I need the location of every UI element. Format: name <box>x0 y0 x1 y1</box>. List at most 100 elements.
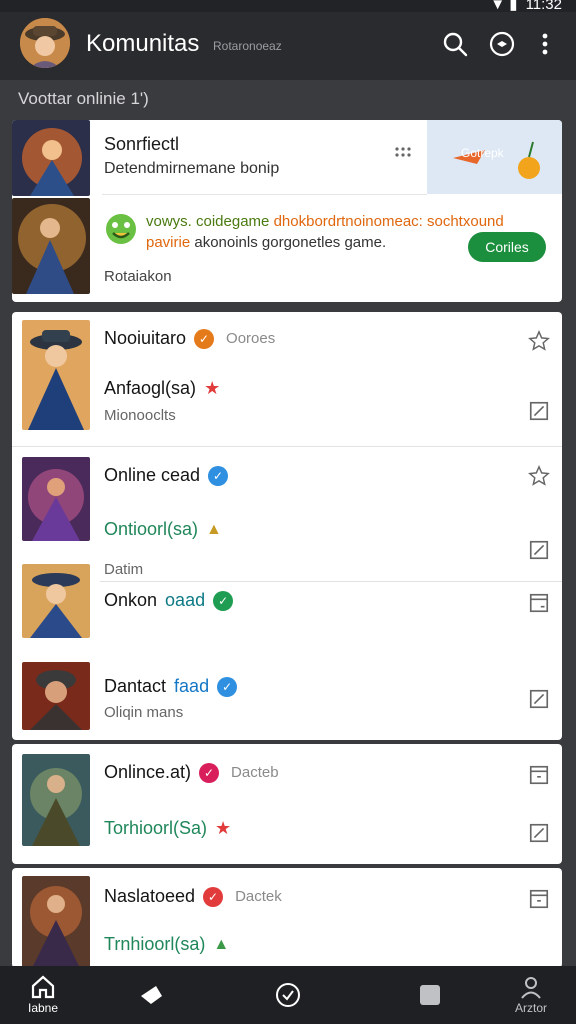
row-subtitle: Trnhioorl(sa) ▲ <box>104 934 229 955</box>
featured-divider <box>102 194 427 195</box>
post-thumbnail <box>22 457 90 541</box>
featured-footer: Rotaiakon <box>104 268 172 285</box>
row-sub-text: Ontioorl(sa) <box>104 519 199 539</box>
nav-account[interactable]: Arztor <box>502 966 560 1024</box>
emoji-icon <box>106 214 136 244</box>
promo-button[interactable]: Coriles <box>468 232 546 262</box>
section-header: Voottar onlinie 1') <box>18 89 149 108</box>
featured-card[interactable]: Sonrfiectl Detendmirnemane bonip Gotrepk… <box>12 120 562 302</box>
list-item[interactable]: Onkon oaad ✓ <box>12 564 562 644</box>
featured-thumbnail-bottom <box>12 198 90 294</box>
bottom-nav: Iabne Arztor <box>0 966 576 1024</box>
row-sub-text: Anfaogl(sa) <box>104 378 197 398</box>
featured-thumbnail-top <box>12 120 90 196</box>
verified-badge-icon: ✓ <box>213 590 234 611</box>
post-thumbnail <box>22 564 90 638</box>
row-title: Naslatoeed ✓ Dactek <box>104 886 282 907</box>
star-outline-icon[interactable] <box>528 465 550 487</box>
promo-text-line1: vowys. coidegame dhokbordrtnoinomeac: so… <box>146 213 504 230</box>
list-item[interactable]: Nooiuitaro ✓ Ooroes Anfaogl(sa) ★ Mionoo… <box>12 312 562 446</box>
row-meta: Mionooclts <box>104 407 176 424</box>
banner-label: Gotrepk <box>461 146 505 160</box>
featured-banner[interactable]: Gotrepk <box>427 120 562 194</box>
search-icon[interactable] <box>441 30 469 58</box>
row-sub-text: Trnhioorl(sa) <box>104 934 206 954</box>
verified-badge-icon: ✓ <box>194 328 215 349</box>
note-icon[interactable] <box>528 764 550 786</box>
post-thumbnail <box>22 876 90 968</box>
row-title: Nooiuitaro ✓ Ooroes <box>104 328 275 349</box>
featured-title: Sonrfiectl <box>104 134 180 154</box>
row-subtitle: Ontioorl(sa) ▲ <box>104 519 222 540</box>
row-name-text: Onkon <box>104 590 158 610</box>
row-name-text: Nooiuitaro <box>104 328 187 348</box>
row-tag: Dacteb <box>231 764 279 781</box>
promo-text-accent: pavirie <box>146 234 191 251</box>
profile-avatar[interactable] <box>20 18 70 68</box>
chat-icon[interactable] <box>488 30 516 58</box>
verified-badge-icon: ✓ <box>208 465 229 486</box>
edit-icon[interactable] <box>528 688 550 710</box>
row-name-highlight: oaad <box>165 590 206 610</box>
app-subtitle: Rotaronoeaz <box>213 39 282 53</box>
post-thumbnail <box>22 320 90 430</box>
nav-account-label: Arztor <box>514 1001 547 1015</box>
list-item[interactable]: Online cead ✓ Ontioorl(sa) ▲ Datim <box>12 447 562 581</box>
promo-text-part: vowys. coidegame <box>146 213 270 230</box>
more-options-icon[interactable] <box>531 30 559 58</box>
list-item[interactable]: Naslatoeed ✓ Dactek Trnhioorl(sa) ▲ <box>12 868 562 968</box>
post-thumbnail <box>22 754 90 846</box>
list-item[interactable]: Dantact faad ✓ Oliqin mans <box>12 660 562 740</box>
row-name-highlight: faad <box>174 676 210 696</box>
row-title: Dantact faad ✓ <box>104 676 238 697</box>
nav-explore[interactable] <box>122 966 180 1024</box>
nav-home[interactable]: Iabne <box>14 966 72 1024</box>
row-sub-text: Torhioorl(Sa) <box>104 818 208 838</box>
tree-badge-icon: ▲ <box>206 520 222 538</box>
nav-library[interactable] <box>401 966 459 1024</box>
post-list-card: Naslatoeed ✓ Dactek Trnhioorl(sa) ▲ <box>12 868 562 968</box>
row-name-text: Dantact <box>104 676 167 696</box>
grid-dots-icon[interactable] <box>394 146 412 158</box>
row-tag: Dactek <box>235 888 282 905</box>
post-thumbnail <box>22 662 90 730</box>
row-title: Onkon oaad ✓ <box>104 590 234 611</box>
check-circle-icon <box>276 983 300 1007</box>
edit-icon[interactable] <box>528 822 550 844</box>
note-icon[interactable] <box>528 888 550 910</box>
post-list-card: Nooiuitaro ✓ Ooroes Anfaogl(sa) ★ Mionoo… <box>12 312 562 740</box>
verified-badge-icon: ✓ <box>199 762 220 783</box>
star-badge-icon: ★ <box>204 378 221 398</box>
nav-activity[interactable] <box>259 966 317 1024</box>
row-title: Online cead ✓ <box>104 465 229 486</box>
verified-badge-icon: ✓ <box>203 886 224 907</box>
note-icon[interactable] <box>528 592 550 614</box>
nav-home-label: Iabne <box>27 1001 59 1015</box>
explore-icon <box>141 986 162 1004</box>
person-icon <box>521 977 541 999</box>
verified-badge-icon: ✓ <box>217 676 238 697</box>
square-icon <box>420 985 440 1005</box>
app-bar: Komunitas Rotaronoeaz <box>0 12 576 80</box>
star-outline-icon[interactable] <box>528 330 550 352</box>
featured-subtitle: Detendmirnemane bonip <box>104 160 280 177</box>
row-title: Onlince.at) ✓ Dacteb <box>104 762 279 783</box>
tree-badge-icon: ▲ <box>213 935 230 953</box>
edit-icon[interactable] <box>528 539 550 561</box>
promo-text-accent: dhokbordrtnoinomeac: sochtxound <box>269 213 504 230</box>
row-subtitle: Torhioorl(Sa) ★ <box>104 818 231 839</box>
row-name-text: Naslatoeed <box>104 886 196 906</box>
status-bar: ▼ ▮ 11:32 <box>0 0 576 13</box>
post-list-card: Onlince.at) ✓ Dacteb Torhioorl(Sa) ★ <box>12 744 562 864</box>
list-item[interactable]: Onlince.at) ✓ Dacteb Torhioorl(Sa) ★ <box>12 744 562 864</box>
app-title: Komunitas <box>86 30 200 57</box>
home-icon <box>31 975 55 999</box>
edit-icon[interactable] <box>528 400 550 422</box>
row-name-text: Online cead <box>104 465 201 485</box>
promo-text-part: akonoinls gorgonetles game. <box>190 234 387 251</box>
row-meta: Oliqin mans <box>104 704 184 721</box>
star-badge-icon: ★ <box>215 818 232 838</box>
status-time: 11:32 <box>525 0 562 13</box>
row-name-text: Onlince.at) <box>104 762 192 782</box>
row-subtitle: Anfaogl(sa) ★ <box>104 378 220 399</box>
